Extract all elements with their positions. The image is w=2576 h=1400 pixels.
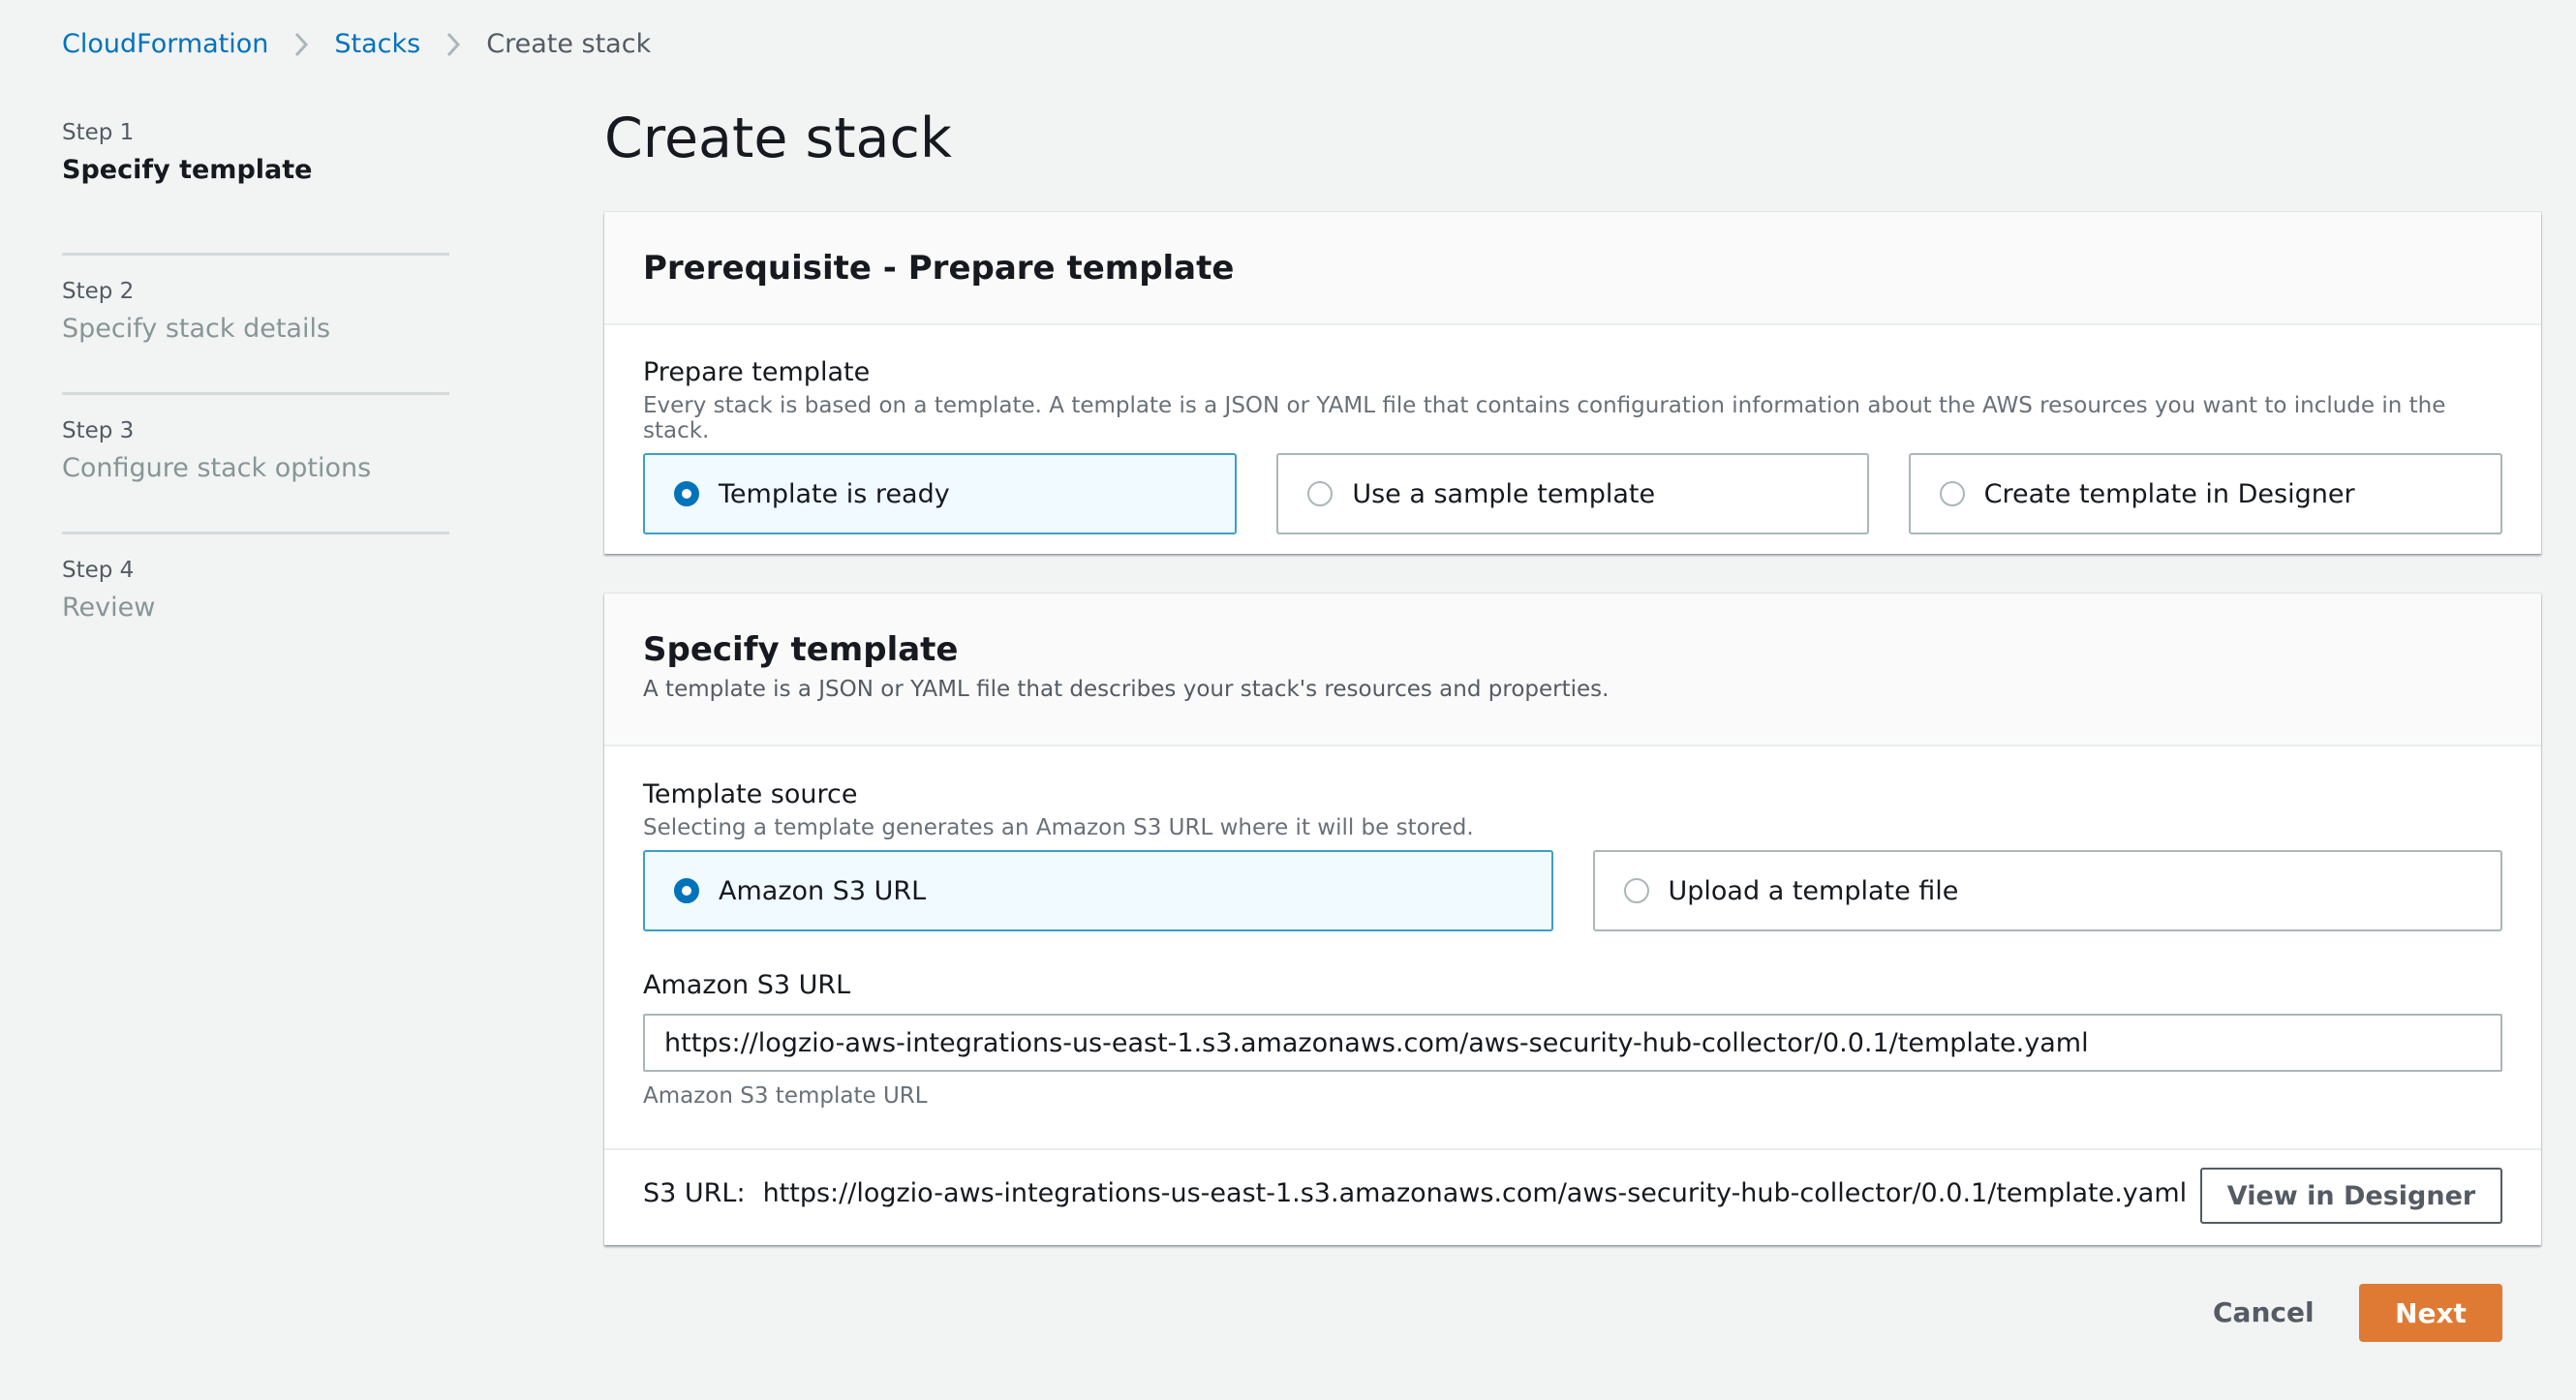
prepare-template-label: Prepare template	[643, 357, 871, 387]
panel-description: A template is a JSON or YAML file that d…	[643, 677, 1610, 702]
prerequisite-panel: Prerequisite - Prepare template Prepare …	[604, 212, 2541, 554]
next-button[interactable]: Next	[2359, 1284, 2502, 1342]
wizard-step-3: Step 3 Configure stack options	[62, 395, 449, 534]
panel-header: Specify template A template is a JSON or…	[604, 593, 2541, 746]
prepare-template-description: Every stack is based on a template. A te…	[643, 393, 2446, 443]
panel-title: Specify template	[643, 630, 959, 669]
template-source-options: Amazon S3 URL Upload a template file	[643, 850, 2502, 931]
divider	[604, 1148, 2541, 1150]
option-sample-template[interactable]: Use a sample template	[1276, 453, 1869, 534]
radio-unselected-icon[interactable]	[1623, 878, 1649, 903]
breadcrumb: CloudFormation Stacks Create stack	[62, 29, 651, 59]
s3-url-constraint: Amazon S3 template URL	[643, 1083, 928, 1109]
s3-url-label: Amazon S3 URL	[643, 970, 851, 1000]
step-title: Specify stack details	[62, 314, 331, 344]
template-source-description: Selecting a template generates an Amazon…	[643, 815, 1474, 840]
s3-url-summary-value: https://logzio-aws-integrations-us-east-…	[762, 1178, 2188, 1208]
radio-selected-icon[interactable]	[674, 481, 699, 506]
panel-body: Prepare template Every stack is based on…	[604, 325, 2541, 534]
panel-title: Prerequisite - Prepare template	[643, 248, 1235, 288]
s3-url-summary-label: S3 URL:	[643, 1178, 746, 1208]
page-title: Create stack	[604, 107, 952, 170]
specify-template-panel: Specify template A template is a JSON or…	[604, 593, 2541, 1245]
template-source-label: Template source	[643, 779, 858, 809]
option-label: Upload a template file	[1668, 875, 1959, 906]
step-number: Step 2	[62, 279, 135, 304]
option-designer-template[interactable]: Create template in Designer	[1908, 453, 2502, 534]
step-number: Step 1	[62, 120, 135, 145]
breadcrumb-stacks[interactable]: Stacks	[334, 29, 420, 59]
radio-selected-icon[interactable]	[674, 878, 699, 903]
option-label: Amazon S3 URL	[719, 875, 927, 906]
wizard-step-1: Step 1 Specify template	[62, 116, 449, 256]
panel-header: Prerequisite - Prepare template	[604, 212, 2541, 325]
prepare-template-options: Template is ready Use a sample template …	[643, 453, 2502, 534]
step-title: Configure stack options	[62, 453, 372, 483]
wizard-step-2: Step 2 Specify stack details	[62, 256, 449, 395]
step-number: Step 4	[62, 558, 135, 583]
option-upload-template-file[interactable]: Upload a template file	[1592, 850, 2502, 931]
option-label: Create template in Designer	[1983, 478, 2355, 509]
chevron-right-icon	[445, 31, 461, 58]
radio-unselected-icon[interactable]	[1307, 481, 1334, 506]
step-number: Step 3	[62, 418, 135, 443]
panel-body: Template source Selecting a template gen…	[604, 746, 2541, 1109]
step-title: Review	[62, 593, 156, 623]
option-label: Use a sample template	[1352, 478, 1656, 509]
option-template-ready[interactable]: Template is ready	[643, 453, 1238, 534]
view-in-designer-button[interactable]: View in Designer	[2200, 1168, 2502, 1224]
s3-url-summary: S3 URL: https://logzio-aws-integrations-…	[643, 1178, 2187, 1208]
breadcrumb-cloudformation[interactable]: CloudFormation	[62, 29, 268, 59]
s3-url-input[interactable]	[643, 1014, 2502, 1072]
option-amazon-s3-url[interactable]: Amazon S3 URL	[643, 850, 1553, 931]
radio-unselected-icon[interactable]	[1939, 481, 1965, 506]
step-title: Specify template	[62, 155, 313, 185]
wizard-step-4: Step 4 Review	[62, 534, 449, 674]
cancel-button[interactable]: Cancel	[2213, 1296, 2315, 1328]
chevron-right-icon	[293, 31, 309, 58]
option-label: Template is ready	[719, 478, 950, 509]
wizard-steps: Step 1 Specify template Step 2 Specify s…	[62, 116, 449, 674]
breadcrumb-current: Create stack	[486, 29, 652, 59]
